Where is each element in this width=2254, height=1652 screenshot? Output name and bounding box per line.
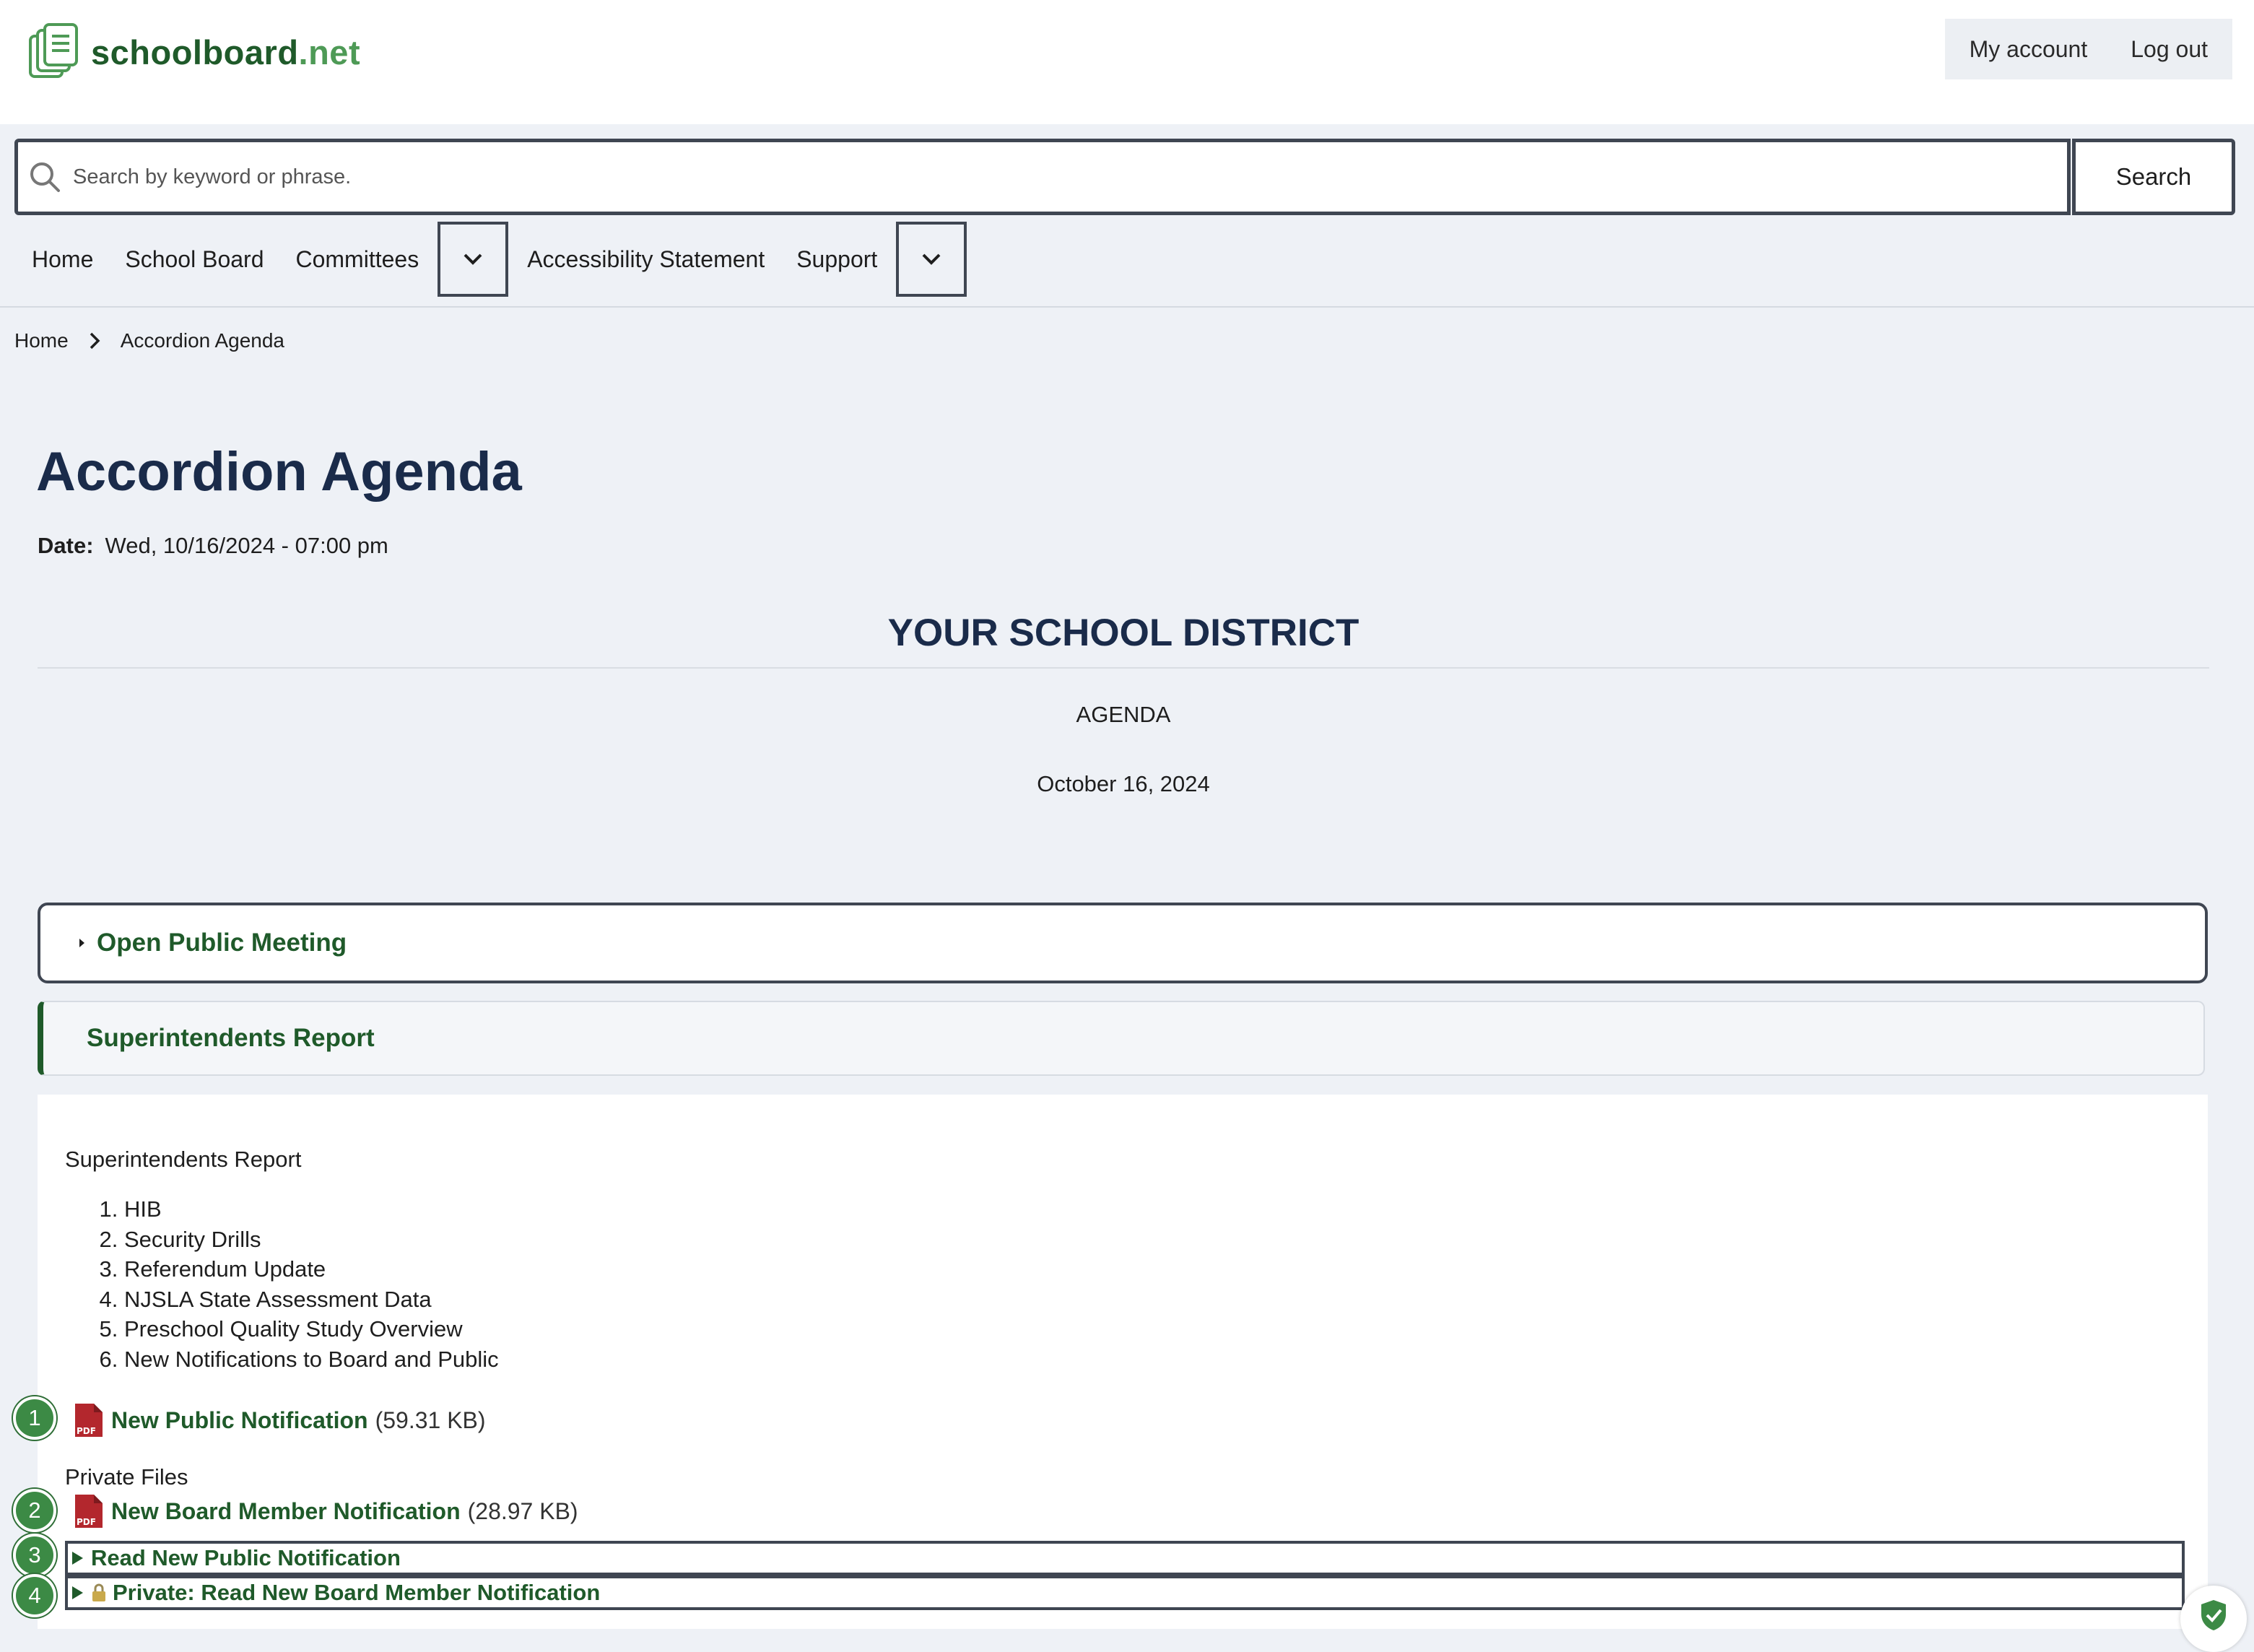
breadcrumb: Home Accordion Agenda: [14, 329, 284, 352]
nav-home[interactable]: Home: [16, 246, 109, 273]
list-item: New Notifications to Board and Public: [124, 1344, 499, 1375]
svg-text:PDF: PDF: [77, 1426, 96, 1436]
list-item: Referendum Update: [124, 1254, 499, 1284]
nav-school-board[interactable]: School Board: [109, 246, 279, 273]
read-public-notification-toggle[interactable]: Read New Public Notification: [65, 1541, 2185, 1575]
district-heading: YOUR SCHOOL DISTRICT: [887, 612, 1359, 654]
caret-right-icon: [72, 1552, 83, 1565]
public-file-attachment: PDF New Public Notification (59.31 KB): [72, 1402, 486, 1438]
public-file-link[interactable]: New Public Notification: [111, 1407, 368, 1434]
page-title: Accordion Agenda: [36, 441, 522, 503]
caret-right-icon: [72, 1586, 83, 1599]
agenda-date: October 16, 2024: [1037, 771, 1210, 796]
date-value: Wed, 10/16/2024 - 07:00 pm: [105, 533, 388, 558]
site-logo[interactable]: schoolboard.net: [27, 23, 360, 81]
shield-check-icon: [2201, 1600, 2226, 1630]
search-button[interactable]: Search: [2072, 139, 2235, 215]
caret-right-icon: [79, 939, 84, 947]
meeting-date: Date: Wed, 10/16/2024 - 07:00 pm: [38, 533, 388, 559]
agenda-label: AGENDA: [1076, 702, 1171, 727]
read-private-notification-toggle[interactable]: Private: Read New Board Member Notificat…: [65, 1575, 2185, 1610]
private-file-link[interactable]: New Board Member Notification: [111, 1498, 461, 1525]
svg-text:PDF: PDF: [77, 1517, 96, 1527]
documents-icon: [29, 23, 78, 78]
search-bar: [14, 139, 2071, 215]
pdf-icon: PDF: [75, 1495, 103, 1528]
site-header: schoolboard.net My account Log out: [0, 0, 2254, 124]
private-file-attachment: PDF New Board Member Notification (28.97…: [72, 1493, 578, 1529]
accordion-title: Superintendents Report: [87, 1024, 375, 1052]
private-files-label: Private Files: [65, 1464, 188, 1490]
committees-dropdown-toggle[interactable]: [438, 222, 509, 297]
logo-text: schoolboard.net: [91, 32, 360, 72]
list-item: Preschool Quality Study Overview: [124, 1314, 499, 1344]
nav-support[interactable]: Support: [780, 246, 893, 273]
nav-committees[interactable]: Committees: [279, 246, 435, 273]
accessibility-widget-button[interactable]: [2180, 1586, 2247, 1652]
chevron-down-icon: [464, 253, 482, 265]
nav-accessibility-statement[interactable]: Accessibility Statement: [511, 246, 780, 273]
marker-badge-4: 4: [13, 1574, 56, 1617]
marker-badge-3: 3: [13, 1534, 56, 1577]
list-item: Security Drills: [124, 1225, 499, 1255]
my-account-link[interactable]: My account: [1970, 36, 2088, 63]
accordion-superintendents-report[interactable]: Superintendents Report: [38, 1001, 2205, 1076]
date-label: Date:: [38, 533, 94, 558]
list-item: NJSLA State Assessment Data: [124, 1284, 499, 1315]
report-list: HIB Security Drills Referendum Update NJ…: [65, 1194, 499, 1374]
breadcrumb-current: Accordion Agenda: [120, 329, 284, 352]
pdf-icon: PDF: [75, 1404, 103, 1437]
main-nav: Home School Board Committees Accessibili…: [16, 221, 970, 297]
logo-suffix: .net: [298, 32, 361, 71]
logo-name: schoolboard: [91, 32, 299, 71]
marker-badge-1: 1: [13, 1396, 56, 1440]
nav-divider: [0, 306, 2254, 308]
toggle-label: Read New Public Notification: [91, 1545, 401, 1570]
log-out-link[interactable]: Log out: [2131, 36, 2208, 63]
search-input[interactable]: [71, 164, 2024, 190]
accordion-panel: Superintendents Report HIB Security Dril…: [38, 1095, 2208, 1629]
account-menu: My account Log out: [1944, 19, 2232, 79]
breadcrumb-home[interactable]: Home: [14, 329, 69, 352]
chevron-right-icon: [90, 332, 100, 349]
lock-icon: [92, 1583, 105, 1601]
marker-badge-2: 2: [13, 1489, 56, 1532]
search-icon: [30, 162, 60, 192]
file-size: (28.97 KB): [467, 1497, 578, 1524]
list-item: HIB: [124, 1194, 499, 1225]
chevron-down-icon: [922, 253, 941, 265]
toggle-label: Private: Read New Board Member Notificat…: [113, 1580, 601, 1605]
support-dropdown-toggle[interactable]: [896, 222, 967, 297]
report-lead: Superintendents Report: [65, 1147, 302, 1172]
accordion-open-public-meeting[interactable]: Open Public Meeting: [38, 903, 2208, 983]
file-size: (59.31 KB): [375, 1407, 486, 1433]
district-divider: [38, 667, 2209, 669]
accordion-title: Open Public Meeting: [97, 929, 347, 957]
